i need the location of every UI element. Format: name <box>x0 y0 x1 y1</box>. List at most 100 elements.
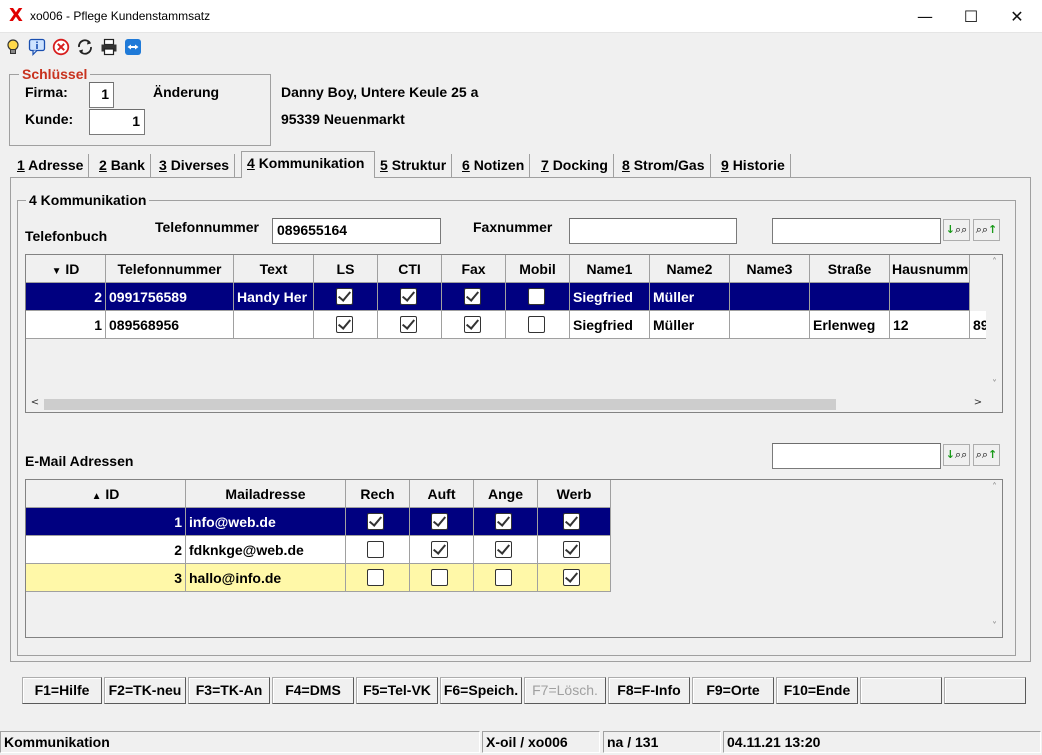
rech-checkbox[interactable] <box>367 569 384 586</box>
cancel-icon[interactable] <box>52 38 70 56</box>
f5-tel-vk-button[interactable]: F5=Tel-VK <box>356 677 438 704</box>
table-row[interactable]: 2 0991756589 Handy Her Siegfried Müller <box>26 283 970 311</box>
tab-historie[interactable]: 9 Historie <box>716 154 791 177</box>
tab-diverses[interactable]: 3 Diverses <box>154 154 236 177</box>
scroll-left-arrow[interactable]: < <box>28 397 42 408</box>
f1-help-button[interactable]: F1=Hilfe <box>22 677 102 704</box>
column-header-ange[interactable]: Ange <box>474 480 538 508</box>
cell-name2: Müller <box>650 311 730 339</box>
phone-search-input[interactable] <box>772 218 941 244</box>
fax-checkbox[interactable] <box>464 288 481 305</box>
address-line-2: 95339 Neuenmarkt <box>281 111 405 127</box>
column-header-id[interactable]: ▲ ID <box>26 480 186 508</box>
scroll-up-arrow[interactable]: ˄ <box>986 257 1002 268</box>
firma-field[interactable]: 1 <box>89 82 114 108</box>
cell-werb <box>538 508 611 536</box>
f9-orte-button[interactable]: F9=Orte <box>692 677 774 704</box>
list-item[interactable]: 1 info@web.de <box>26 508 611 536</box>
tab-bank[interactable]: 2 Bank <box>94 154 151 177</box>
tab-struktur[interactable]: 5 Struktur <box>375 154 453 177</box>
column-header-cti[interactable]: CTI <box>378 255 442 283</box>
ls-checkbox[interactable] <box>336 288 353 305</box>
scroll-right-arrow[interactable]: > <box>971 397 985 408</box>
tab-adresse[interactable]: 1 Adresse <box>12 154 90 177</box>
tab-notizen[interactable]: 6 Notizen <box>457 154 531 177</box>
email-grid-vscroll[interactable]: ˄ ˅ <box>986 480 1002 637</box>
f12-empty-button[interactable] <box>944 677 1026 704</box>
f11-empty-button[interactable] <box>860 677 942 704</box>
scroll-down-arrow[interactable]: ˅ <box>986 621 1002 632</box>
cti-checkbox[interactable] <box>400 316 417 333</box>
ange-checkbox[interactable] <box>495 569 512 586</box>
auft-checkbox[interactable] <box>431 569 448 586</box>
column-header-mailadresse[interactable]: Mailadresse <box>186 480 346 508</box>
faxnummer-input[interactable] <box>569 218 737 244</box>
info-icon[interactable] <box>28 38 46 56</box>
werb-checkbox[interactable] <box>563 513 580 530</box>
maximize-button[interactable]: ☐ <box>948 0 994 33</box>
hscroll-thumb[interactable] <box>44 399 836 410</box>
list-item[interactable]: 2 fdknkge@web.de <box>26 536 611 564</box>
f10-end-button[interactable]: F10=Ende <box>776 677 858 704</box>
kunde-field[interactable]: 1 <box>89 109 145 135</box>
close-button[interactable]: ✕ <box>994 0 1040 33</box>
lightbulb-icon[interactable] <box>4 38 22 56</box>
cell-id: 1 <box>26 508 186 536</box>
column-header-werb[interactable]: Werb <box>538 480 611 508</box>
tab-strom-gas[interactable]: 8 Strom/Gas <box>617 154 711 177</box>
ls-checkbox[interactable] <box>336 316 353 333</box>
column-header-ls[interactable]: LS <box>314 255 378 283</box>
ange-checkbox[interactable] <box>495 513 512 530</box>
werb-checkbox[interactable] <box>563 541 580 558</box>
teamviewer-icon[interactable] <box>124 38 142 56</box>
email-search-down-button[interactable]: ↓⌕⌕ <box>943 444 970 466</box>
ange-checkbox[interactable] <box>495 541 512 558</box>
mobil-checkbox[interactable] <box>528 316 545 333</box>
cti-checkbox[interactable] <box>400 288 417 305</box>
column-header-strasse[interactable]: Straße <box>810 255 890 283</box>
auft-checkbox[interactable] <box>431 513 448 530</box>
list-item[interactable]: 3 hallo@info.de <box>26 564 611 592</box>
fax-checkbox[interactable] <box>464 316 481 333</box>
column-header-mobil[interactable]: Mobil <box>506 255 570 283</box>
werb-checkbox[interactable] <box>563 569 580 586</box>
table-row[interactable]: 1 089568956 Siegfried Müller Erlenweg 12… <box>26 311 986 339</box>
email-search-input[interactable] <box>772 443 941 469</box>
print-icon[interactable] <box>100 38 118 56</box>
rech-checkbox[interactable] <box>367 541 384 558</box>
column-header-id[interactable]: ▼ ID <box>26 255 106 283</box>
f3-tk-an-button[interactable]: F3=TK-An <box>188 677 270 704</box>
column-header-fax[interactable]: Fax <box>442 255 506 283</box>
cell-extra: 89 <box>970 311 986 339</box>
column-header-name1[interactable]: Name1 <box>570 255 650 283</box>
column-header-hausnummer[interactable]: Hausnumm <box>890 255 970 283</box>
minimize-button[interactable]: — <box>902 0 948 33</box>
f2-tk-new-button[interactable]: F2=TK-neu <box>104 677 186 704</box>
scroll-down-arrow[interactable]: ˅ <box>986 379 1002 390</box>
cell-mailadresse: fdknkge@web.de <box>186 536 346 564</box>
refresh-icon[interactable] <box>76 38 94 56</box>
rech-checkbox[interactable] <box>367 513 384 530</box>
f4-dms-button[interactable]: F4=DMS <box>272 677 354 704</box>
cell-telefonnummer: 0991756589 <box>106 283 234 311</box>
telefonnummer-input[interactable]: 089655164 <box>272 218 441 244</box>
column-header-telefonnummer[interactable]: Telefonnummer <box>106 255 234 283</box>
phone-grid-vscroll[interactable]: ˄ ˅ <box>986 255 1002 395</box>
column-header-rech[interactable]: Rech <box>346 480 410 508</box>
f8-f-info-button[interactable]: F8=F-Info <box>608 677 690 704</box>
f6-save-button[interactable]: F6=Speich. <box>440 677 522 704</box>
column-header-auft[interactable]: Auft <box>410 480 474 508</box>
search-up-button[interactable]: ⌕⌕↑ <box>973 219 1000 241</box>
phone-grid-hscroll[interactable]: < > <box>26 396 1002 412</box>
tab-docking[interactable]: 7 Docking <box>536 154 614 177</box>
mobil-checkbox[interactable] <box>528 288 545 305</box>
column-header-name3[interactable]: Name3 <box>730 255 810 283</box>
tab-kommunikation[interactable]: 4 Kommunikation <box>241 151 375 178</box>
scroll-up-arrow[interactable]: ˄ <box>986 482 1002 493</box>
f7-delete-button[interactable]: F7=Lösch. <box>524 677 606 704</box>
auft-checkbox[interactable] <box>431 541 448 558</box>
search-down-button[interactable]: ↓⌕⌕ <box>943 219 970 241</box>
column-header-text[interactable]: Text <box>234 255 314 283</box>
email-search-up-button[interactable]: ⌕⌕↑ <box>973 444 1000 466</box>
column-header-name2[interactable]: Name2 <box>650 255 730 283</box>
